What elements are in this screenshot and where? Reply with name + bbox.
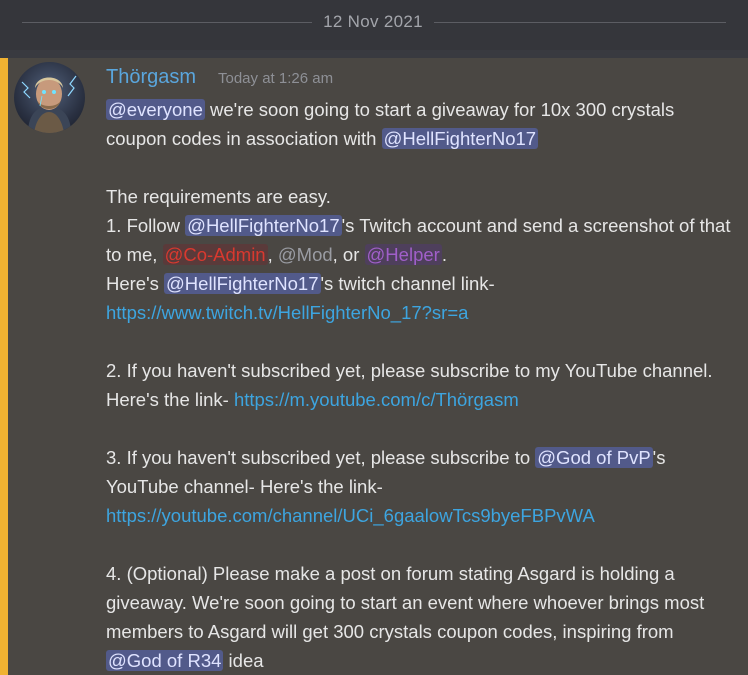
text: Here's the link-	[106, 389, 234, 410]
youtube-pvp-link[interactable]: https://youtube.com/channel/UCi_6gaalowT…	[106, 505, 595, 526]
mention-everyone[interactable]: @everyone	[106, 99, 205, 120]
text: 3. If you haven't subscribed yet, please…	[106, 447, 536, 468]
message-timestamp: Today at 1:26 am	[218, 70, 334, 87]
date-divider: 12 Nov 2021	[0, 0, 748, 50]
avatar-image	[21, 75, 77, 133]
text: giveaway. We're soon going to start an e…	[106, 592, 705, 613]
mention-coadmin[interactable]: @Co-Admin	[162, 244, 268, 265]
text: to me,	[106, 244, 163, 265]
line-step3-intro: YouTube channel- Here's the link-	[106, 472, 742, 501]
line-step4-c: members to Asgard will get 300 crystals …	[106, 617, 742, 646]
twitch-link[interactable]: https://www.twitch.tv/HellFighterNo_17?s…	[106, 302, 468, 323]
text: Here's	[106, 273, 165, 294]
message-content: @everyone we're soon going to start a gi…	[106, 95, 742, 675]
text: 's Twitch account and send a screenshot …	[341, 215, 731, 236]
text: 2. If you haven't subscribed yet, please…	[106, 360, 713, 381]
line-step3: 3. If you haven't subscribed yet, please…	[106, 443, 742, 472]
line-requirements: The requirements are easy.	[106, 182, 742, 211]
text: coupon codes in association with	[106, 128, 382, 149]
mention-helper[interactable]: @Helper	[364, 244, 442, 265]
text: 's twitch channel link-	[320, 273, 495, 294]
mention-hellfighter[interactable]: @HellFighterNo17	[381, 128, 539, 149]
avatar[interactable]	[14, 62, 85, 133]
mention-hellfighter[interactable]: @HellFighterNo17	[185, 215, 342, 236]
line-step2-link: Here's the link- https://m.youtube.com/c…	[106, 385, 742, 414]
mention-mod[interactable]: @Mod	[278, 244, 333, 265]
mention-hellfighter[interactable]: @HellFighterNo17	[164, 273, 321, 294]
text: 's	[652, 447, 666, 468]
youtube-own-link[interactable]: https://m.youtube.com/c/Thörgasm	[234, 389, 519, 410]
text: 4. (Optional) Please make a post on foru…	[106, 563, 675, 584]
divider-line-left	[22, 22, 312, 23]
mention-god-r34[interactable]: @God of R34	[106, 650, 224, 671]
mention-god-pvp[interactable]: @God of PvP	[535, 447, 653, 468]
text: we're soon going to start a giveaway for…	[204, 99, 675, 120]
text: YouTube channel- Here's the link-	[106, 476, 383, 497]
mention-highlight-bar	[0, 58, 8, 675]
line-twitch-intro: Here's @HellFighterNo17's twitch channel…	[106, 269, 742, 298]
divider-line-right	[434, 22, 726, 23]
line-step3-link: https://youtube.com/channel/UCi_6gaalowT…	[106, 501, 742, 530]
text: 1. Follow	[106, 215, 186, 236]
line-step1-roles: to me, @Co-Admin, @Mod, or @Helper.	[106, 240, 742, 269]
line-step4: 4. (Optional) Please make a post on foru…	[106, 559, 742, 588]
author-name[interactable]: Thörgasm	[106, 66, 196, 89]
text: members to Asgard will get 300 crystals …	[106, 621, 674, 642]
divider-date: 12 Nov 2021	[323, 12, 423, 31]
line-twitch-link: https://www.twitch.tv/HellFighterNo_17?s…	[106, 298, 742, 327]
line-step2: 2. If you haven't subscribed yet, please…	[106, 356, 742, 385]
text: ,	[267, 244, 278, 265]
line-step4-d: @God of R34 idea	[106, 646, 742, 675]
message: Thörgasm Today at 1:26 am @everyone we'r…	[0, 58, 748, 675]
line-2: coupon codes in association with @HellFi…	[106, 124, 742, 153]
line-1: @everyone we're soon going to start a gi…	[106, 95, 742, 124]
text: , or	[332, 244, 365, 265]
text: idea	[223, 650, 264, 671]
text: .	[441, 244, 447, 265]
text: The requirements are easy.	[106, 186, 331, 207]
line-step1: 1. Follow @HellFighterNo17's Twitch acco…	[106, 211, 742, 240]
line-step4-b: giveaway. We're soon going to start an e…	[106, 588, 742, 617]
